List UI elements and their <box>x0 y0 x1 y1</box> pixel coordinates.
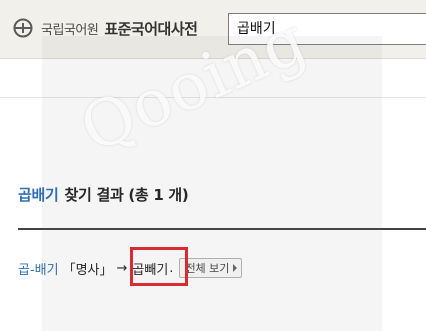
logo-icon <box>13 18 33 38</box>
highlight-annotation <box>130 247 188 286</box>
results-divider <box>18 228 426 230</box>
search-input[interactable]: 곱배기 <box>228 13 426 45</box>
entry-part-of-speech: 「명사」 <box>62 262 113 278</box>
org-name: 국립국어원 <box>41 22 99 38</box>
header-divider <box>0 97 426 98</box>
site-header: 국립국어원 표준국어대사전 곱배기 <box>0 0 426 59</box>
view-all-label: 전체 보기 <box>185 262 230 275</box>
chevron-right-icon <box>233 264 238 272</box>
entry-headword-link[interactable]: 곱-배기 <box>18 259 59 278</box>
results-heading: 곱배기 찾기 결과 (총 1 개) <box>18 184 189 205</box>
site-logo[interactable]: 국립국어원 표준국어대사전 <box>12 17 198 39</box>
results-term: 곱배기 <box>18 186 59 204</box>
view-all-button[interactable]: 전체 보기 <box>179 258 243 278</box>
entry-arrow: → <box>116 260 128 276</box>
results-summary: 찾기 결과 (총 1 개) <box>64 186 189 204</box>
dictionary-title: 표준국어대사전 <box>104 19 198 38</box>
